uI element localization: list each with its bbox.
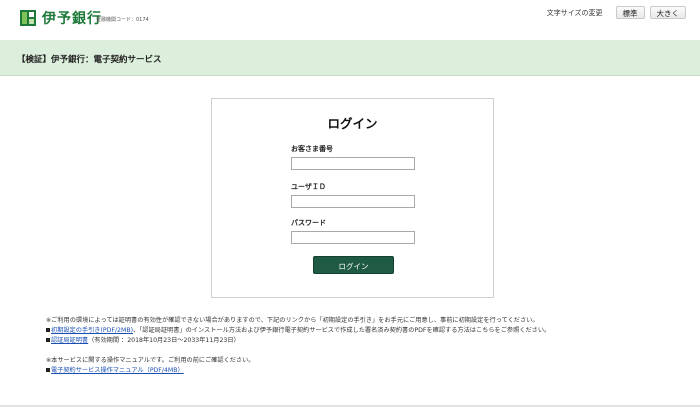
note-manual: ※本サービスに関する操作マニュアルです。ご利用の前にご確認ください。 [46,357,255,364]
note-ca-certificate: 認証局証明書（有効期間 ：2018年10月23日～2033年11月23日） [46,336,686,346]
page-title: 【検証】伊予銀行：電子契約サービス [17,55,162,65]
manual-link[interactable]: 電子契約サービス操作マニュアル（PDF/4MB） [51,367,184,374]
bullet-square-icon [46,338,50,342]
login-panel: ログイン お客さま番号 ユーザＩＤ パスワード ログイン [211,98,494,298]
ca-certificate-validity: （有効期間 ：2018年10月23日～2033年11月23日） [88,337,240,344]
bank-code: 金融機関コード：0174 [96,17,149,23]
bank-logo[interactable]: 伊予銀行 [20,8,102,28]
customer-number-input[interactable] [291,157,415,170]
note-certificate-warning: ※ご利用の環境によっては証明書の有効性が確認できない場合がありますので、下記のリ… [46,317,539,324]
notes-section: ※ご利用の環境によっては証明書の有効性が確認できない場合がありますので、下記のリ… [46,316,686,376]
header: 伊予銀行 金融機関コード：0174 文字サイズの変更 標準 大きく [0,0,700,40]
font-standard-button[interactable]: 標準 [615,6,645,19]
font-size-switcher: 文字サイズの変更 標準 大きく [547,6,686,19]
password-input[interactable] [291,231,415,244]
bullet-square-icon [46,368,50,372]
login-button[interactable]: ログイン [313,256,394,274]
title-bar: 【検証】伊予銀行：電子契約サービス [0,40,700,76]
note-manual-link-row: 電子契約サービス操作マニュアル（PDF/4MB） [46,366,686,376]
setup-guide-link[interactable]: 初期設定の手引き(PDF/2MB) [51,327,133,334]
font-large-button[interactable]: 大きく [649,6,686,19]
bullet-square-icon [46,328,50,332]
bank-logo-icon [20,10,36,26]
bank-name: 伊予銀行 [42,11,102,27]
customer-number-label: お客さま番号 [291,145,333,153]
setup-guide-description: 、「認証局証明書」のインストール方法および伊予銀行電子契約サービスで作成した署名… [133,327,551,334]
password-label: パスワード [291,219,326,227]
user-id-label: ユーザＩＤ [291,183,326,191]
font-size-label: 文字サイズの変更 [546,8,603,17]
note-setup-guide: 初期設定の手引き(PDF/2MB)、「認証局証明書」のインストール方法および伊予… [46,326,686,336]
user-id-input[interactable] [291,195,415,208]
login-title: ログイン [327,116,378,131]
ca-certificate-link[interactable]: 認証局証明書 [51,337,88,344]
